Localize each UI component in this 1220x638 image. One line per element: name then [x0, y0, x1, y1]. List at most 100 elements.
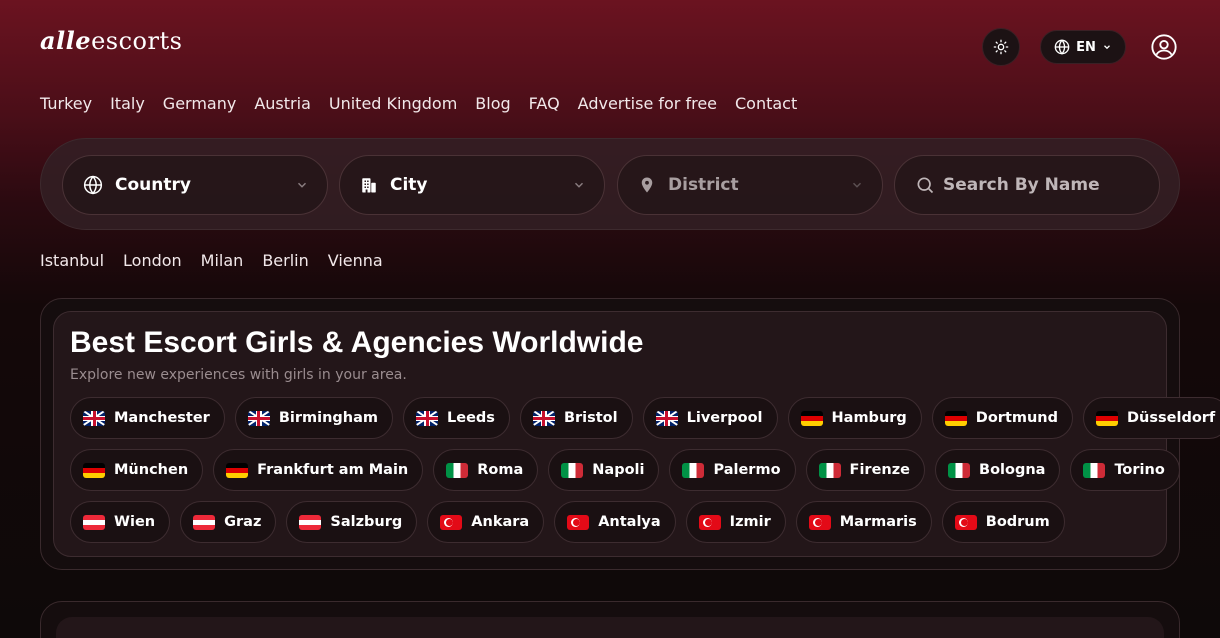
city-chip-label: Düsseldorf: [1127, 410, 1216, 426]
city-chip[interactable]: Bristol: [519, 397, 633, 439]
city-chip[interactable]: Liverpool: [642, 397, 778, 439]
city-chip[interactable]: Dortmund: [931, 397, 1074, 439]
it-flag-icon: [948, 462, 971, 478]
city-chip[interactable]: Palermo: [669, 449, 796, 491]
city-chip[interactable]: Torino: [1070, 449, 1180, 491]
de-flag-icon: [944, 410, 967, 426]
language-label: EN: [1076, 39, 1096, 55]
city-chip[interactable]: Marmaris: [795, 501, 932, 543]
city-chip[interactable]: Ankara: [427, 501, 545, 543]
nav-link-advertise[interactable]: Advertise for free: [578, 94, 717, 113]
district-select[interactable]: District: [617, 155, 883, 215]
quick-link-istanbul[interactable]: Istanbul: [40, 251, 104, 270]
globe-icon: [83, 175, 103, 195]
city-select[interactable]: City: [339, 155, 605, 215]
city-chip-label: Napoli: [592, 462, 645, 478]
it-flag-icon: [446, 462, 469, 478]
city-chip-label: Birmingham: [278, 410, 379, 426]
uk-flag-icon: [247, 410, 270, 426]
city-chip[interactable]: München: [70, 449, 204, 491]
uk-flag-icon: [532, 410, 555, 426]
nav-link-turkey[interactable]: Turkey: [40, 94, 92, 113]
country-select[interactable]: Country: [62, 155, 328, 215]
city-chip[interactable]: Bodrum: [941, 501, 1065, 543]
city-chip[interactable]: Roma: [433, 449, 539, 491]
city-chip-label: Palermo: [713, 462, 781, 478]
main-nav: Turkey Italy Germany Austria United King…: [40, 94, 797, 113]
city-chip[interactable]: Bologna: [935, 449, 1061, 491]
it-flag-icon: [682, 462, 705, 478]
globe-icon: [1054, 39, 1070, 55]
chevron-down-icon: [852, 182, 862, 188]
city-chip-label: Izmir: [729, 514, 771, 530]
at-flag-icon: [299, 514, 322, 530]
uk-flag-icon: [83, 410, 105, 426]
it-flag-icon: [1083, 462, 1106, 478]
city-chip-label: Liverpool: [686, 410, 763, 426]
next-section-inner: [56, 617, 1164, 638]
city-chip-label: Salzburg: [330, 514, 403, 530]
quick-link-berlin[interactable]: Berlin: [262, 251, 308, 270]
logo[interactable]: alleescorts: [40, 26, 182, 55]
nav-link-contact[interactable]: Contact: [735, 94, 797, 113]
search-placeholder: Search By Name: [943, 175, 1100, 195]
nav-link-italy[interactable]: Italy: [110, 94, 145, 113]
city-chip-label: Ankara: [471, 514, 530, 530]
nav-link-germany[interactable]: Germany: [163, 94, 237, 113]
quick-link-vienna[interactable]: Vienna: [328, 251, 383, 270]
tr-flag-icon: [567, 514, 590, 530]
city-chip[interactable]: Antalya: [554, 501, 676, 543]
quick-link-london[interactable]: London: [123, 251, 182, 270]
country-select-label: Country: [115, 175, 191, 195]
de-flag-icon: [226, 462, 249, 478]
theme-toggle-button[interactable]: [982, 28, 1020, 66]
city-chip[interactable]: Birmingham: [234, 397, 394, 439]
tr-flag-icon: [954, 514, 977, 530]
search-by-name-input[interactable]: Search By Name: [894, 155, 1160, 215]
city-chip[interactable]: Firenze: [805, 449, 926, 491]
at-flag-icon: [83, 514, 105, 530]
map-pin-icon: [641, 177, 653, 193]
city-chip[interactable]: Frankfurt am Main: [213, 449, 424, 491]
nav-link-austria[interactable]: Austria: [254, 94, 311, 113]
nav-link-faq[interactable]: FAQ: [529, 94, 560, 113]
language-selector[interactable]: EN: [1040, 30, 1126, 64]
it-flag-icon: [818, 462, 841, 478]
quick-city-links: Istanbul London Milan Berlin Vienna: [40, 251, 383, 270]
it-flag-icon: [561, 462, 584, 478]
city-chip-label: Bodrum: [985, 514, 1050, 530]
city-chip[interactable]: Manchester: [70, 397, 225, 439]
city-chip[interactable]: Hamburg: [787, 397, 922, 439]
de-flag-icon: [800, 410, 823, 426]
search-bar: Country City District Search By Name: [40, 138, 1180, 230]
city-chip-label: Marmaris: [839, 514, 917, 530]
city-chip-label: Bologna: [979, 462, 1046, 478]
chevron-down-icon: [297, 182, 307, 188]
city-chip-label: Leeds: [447, 410, 495, 426]
city-chip-label: Antalya: [598, 514, 661, 530]
city-chip-row: München Frankfurt am Main Roma Napoli Palerm…: [70, 449, 1180, 491]
nav-link-blog[interactable]: Blog: [475, 94, 510, 113]
user-account-button[interactable]: [1150, 33, 1178, 61]
district-select-label: District: [668, 175, 739, 195]
city-chip-row: Wien Graz Salzburg Ankara Antalya Izmir Marmar…: [70, 501, 1160, 543]
city-chip[interactable]: Salzburg: [286, 501, 418, 543]
city-select-label: City: [390, 175, 428, 195]
city-chip-label: Wien: [114, 514, 156, 530]
city-chip[interactable]: Izmir: [685, 501, 786, 543]
quick-link-milan[interactable]: Milan: [201, 251, 244, 270]
city-chip-row: Manchester Birmingham Leeds Bristol Liverpoo…: [70, 397, 1220, 439]
city-chip-label: Firenze: [849, 462, 911, 478]
city-chip[interactable]: Napoli: [548, 449, 660, 491]
de-flag-icon: [83, 462, 105, 478]
de-flag-icon: [1096, 410, 1119, 426]
city-chip[interactable]: Düsseldorf: [1083, 397, 1220, 439]
city-chip-label: Roma: [477, 462, 524, 478]
chevron-down-icon: [574, 182, 584, 188]
city-chip[interactable]: Leeds: [403, 397, 510, 439]
section-subtitle: Explore new experiences with girls in yo…: [70, 367, 407, 383]
city-chip[interactable]: Graz: [180, 501, 277, 543]
city-chip-label: Bristol: [563, 410, 618, 426]
city-chip[interactable]: Wien: [70, 501, 171, 543]
nav-link-united-kingdom[interactable]: United Kingdom: [329, 94, 457, 113]
